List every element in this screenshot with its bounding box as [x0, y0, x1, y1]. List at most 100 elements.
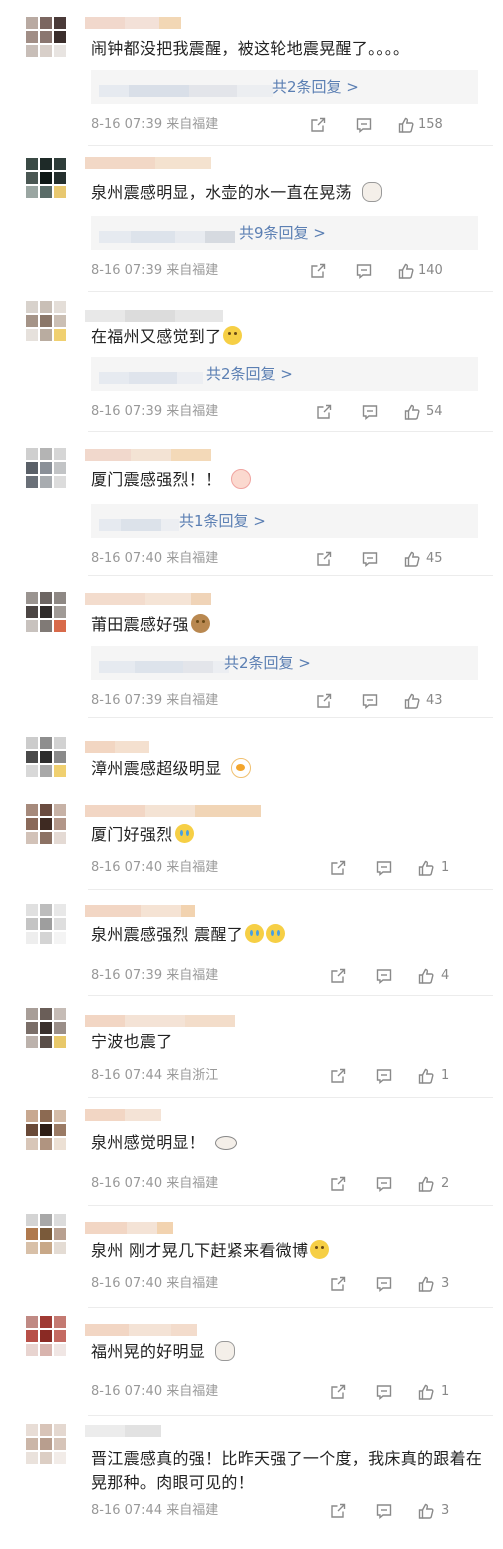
- avatar[interactable]: [22, 1210, 72, 1260]
- action-bar: 140: [217, 260, 487, 282]
- comment-time: 8-16 07:40: [91, 1384, 163, 1399]
- comment-location: 来自福建: [166, 404, 219, 419]
- comment-list: 闹钟都没把我震醒，被这轮地震晃醒了。。。。 共2条回复 > 8-16 07:39…: [0, 0, 503, 1549]
- like-count: 43: [426, 693, 443, 708]
- avatar[interactable]: [22, 733, 72, 783]
- username[interactable]: [85, 1422, 161, 1437]
- comment-item: 厦门好强烈 8-16 07:40 来自福建 1: [0, 790, 503, 890]
- reply-preview: [99, 369, 203, 384]
- replies-box[interactable]: 共9条回复 >: [91, 216, 478, 250]
- share-icon[interactable]: [329, 1175, 347, 1193]
- comment-icon[interactable]: [375, 967, 393, 985]
- comment-icon[interactable]: [355, 116, 373, 134]
- action-bar: 158: [217, 114, 487, 136]
- comment-meta: 8-16 07:40 来自福建 2: [91, 1173, 487, 1195]
- share-icon[interactable]: [329, 1502, 347, 1520]
- comment-icon[interactable]: [375, 1502, 393, 1520]
- replies-box[interactable]: 共2条回复 >: [91, 357, 478, 391]
- replies-box[interactable]: 共2条回复 >: [91, 70, 478, 104]
- comment-meta: 8-16 07:44 来自福建 3: [91, 1500, 487, 1522]
- comment-icon[interactable]: [375, 1067, 393, 1085]
- comment-meta: 8-16 07:40 来自福建 1: [91, 857, 487, 879]
- share-icon[interactable]: [329, 1275, 347, 1293]
- share-icon[interactable]: [329, 859, 347, 877]
- comment-item: 莆田震感好强 共2条回复 > 8-16 07:39 来自福建 43: [0, 576, 503, 718]
- view-replies-link[interactable]: 共2条回复 >: [272, 77, 359, 97]
- avatar[interactable]: [22, 800, 72, 850]
- share-icon[interactable]: [329, 1383, 347, 1401]
- avatar[interactable]: [22, 900, 72, 950]
- share-icon[interactable]: [329, 1067, 347, 1085]
- avatar[interactable]: [22, 1420, 72, 1470]
- avatar[interactable]: [22, 444, 72, 494]
- comment-icon[interactable]: [375, 859, 393, 877]
- comment-icon[interactable]: [361, 692, 379, 710]
- like-count: 45: [426, 551, 443, 566]
- comment-icon[interactable]: [355, 262, 373, 280]
- like-count: 3: [441, 1276, 450, 1291]
- comment-icon[interactable]: [375, 1383, 393, 1401]
- view-replies-link[interactable]: 共9条回复 >: [239, 223, 326, 243]
- username[interactable]: [85, 590, 211, 605]
- thumbs-up-icon[interactable]: [417, 1383, 435, 1401]
- comment-item: 福州晃的好明显 8-16 07:40 来自福建 1: [0, 1308, 503, 1416]
- share-icon[interactable]: [315, 403, 333, 421]
- comment-text: 在福州又感觉到了: [91, 325, 487, 349]
- username[interactable]: [85, 307, 223, 322]
- avatar[interactable]: [22, 1004, 72, 1054]
- share-icon[interactable]: [315, 692, 333, 710]
- reply-preview: [99, 658, 229, 673]
- username[interactable]: [85, 802, 261, 817]
- comment-icon[interactable]: [375, 1275, 393, 1293]
- action-bar: 45: [217, 548, 487, 570]
- thumbs-up-icon[interactable]: [403, 692, 421, 710]
- comment-icon[interactable]: [375, 1175, 393, 1193]
- thumbs-up-icon[interactable]: [417, 1275, 435, 1293]
- replies-box[interactable]: 共2条回复 >: [91, 646, 478, 680]
- avatar[interactable]: [22, 13, 72, 63]
- thumbs-up-icon[interactable]: [417, 859, 435, 877]
- avatar[interactable]: [22, 1106, 72, 1156]
- comment-time: 8-16 07:39: [91, 693, 163, 708]
- share-icon[interactable]: [309, 116, 327, 134]
- username[interactable]: [85, 446, 211, 461]
- comment-meta: 8-16 07:39 来自福建 43: [91, 690, 487, 712]
- username[interactable]: [85, 14, 181, 29]
- username[interactable]: [85, 1321, 197, 1336]
- view-replies-link[interactable]: 共1条回复 >: [179, 511, 266, 531]
- view-replies-link[interactable]: 共2条回复 >: [206, 364, 293, 384]
- avatar[interactable]: [22, 1312, 72, 1362]
- replies-box[interactable]: 共1条回复 >: [91, 504, 478, 538]
- thumbs-up-icon[interactable]: [417, 1175, 435, 1193]
- thumbs-up-icon[interactable]: [403, 550, 421, 568]
- comment-item: 泉州感觉明显！ 8-16 07:40 来自福建 2: [0, 1098, 503, 1206]
- sticker-icon: [209, 1130, 239, 1154]
- comment-text: 漳州震感超级明显: [91, 756, 487, 781]
- thumbs-up-icon[interactable]: [403, 403, 421, 421]
- thumbs-up-icon[interactable]: [397, 116, 415, 134]
- thumbs-up-icon[interactable]: [417, 967, 435, 985]
- thumbs-up-icon[interactable]: [417, 1502, 435, 1520]
- share-icon[interactable]: [309, 262, 327, 280]
- username[interactable]: [85, 1106, 161, 1121]
- username[interactable]: [85, 738, 149, 753]
- thumbs-up-icon[interactable]: [397, 262, 415, 280]
- share-icon[interactable]: [315, 550, 333, 568]
- username[interactable]: [85, 154, 211, 169]
- action-bar: 43: [217, 690, 487, 712]
- comment-icon[interactable]: [361, 550, 379, 568]
- comment-location: 来自福建: [166, 1384, 219, 1399]
- avatar[interactable]: [22, 588, 72, 638]
- avatar[interactable]: [22, 297, 72, 347]
- avatar[interactable]: [22, 154, 72, 204]
- share-icon[interactable]: [329, 967, 347, 985]
- comment-time: 8-16 07:39: [91, 263, 163, 278]
- username[interactable]: [85, 1219, 173, 1234]
- username[interactable]: [85, 1012, 235, 1027]
- thumbs-up-icon[interactable]: [417, 1067, 435, 1085]
- view-replies-link[interactable]: 共2条回复 >: [224, 653, 311, 673]
- comment-text: 泉州震感明显，水壶的水一直在晃荡: [91, 180, 487, 205]
- laughing-emoji-icon: [310, 1240, 330, 1259]
- username[interactable]: [85, 902, 195, 917]
- comment-icon[interactable]: [361, 403, 379, 421]
